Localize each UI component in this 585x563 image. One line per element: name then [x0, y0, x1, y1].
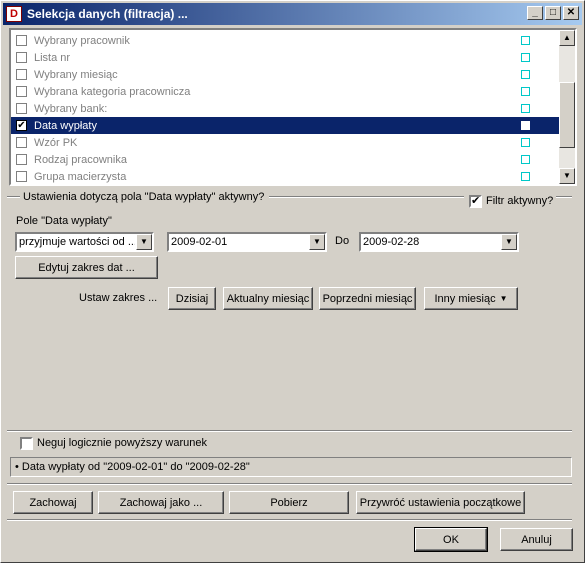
item-label: Wybrany bank: [34, 102, 108, 115]
item-label: Wybrany pracownik [34, 34, 130, 47]
fields-listbox[interactable]: Wybrany pracownik Lista nr Wybrany miesi… [9, 28, 577, 186]
item-label: Lista nr [34, 51, 71, 64]
item-checkbox[interactable] [16, 137, 27, 148]
list-item[interactable]: Wzór PK [11, 134, 560, 151]
list-item[interactable]: Wybrany miesiąc [11, 66, 560, 83]
date-to-picker[interactable]: 2009-02-28 ▼ [359, 232, 519, 252]
item-checkbox[interactable] [16, 35, 27, 46]
list-item[interactable]: Wybrany pracownik [11, 32, 560, 49]
field-label: Pole "Data wypłaty" [16, 215, 112, 227]
load-button[interactable]: Pobierz [229, 491, 349, 514]
minimize-button[interactable]: _ [527, 6, 543, 20]
other-month-button[interactable]: Inny miesiąc ▼ [424, 287, 518, 310]
current-month-button[interactable]: Aktualny miesiąc [223, 287, 313, 310]
item-checkbox-checked[interactable]: ✔ [16, 120, 27, 131]
chevron-down-icon: ▼ [499, 294, 508, 303]
item-checkbox[interactable] [16, 103, 27, 114]
list-item[interactable]: Rodzaj pracownika [11, 151, 560, 168]
divider [7, 196, 20, 198]
chevron-down-icon[interactable]: ▼ [309, 234, 325, 250]
ok-button[interactable]: OK [414, 527, 488, 552]
status-indicator-icon [521, 87, 530, 96]
filter-summary: • Data wypłaty od "2009-02-01" do "2009-… [15, 461, 250, 473]
negate-label: Neguj logicznie powyższy warunek [37, 437, 207, 449]
status-indicator-icon [521, 155, 530, 164]
to-label: Do [335, 235, 350, 247]
title-bar: D Selekcja danych (filtracja) ... _ □ ✕ [3, 3, 582, 25]
status-indicator-icon [521, 53, 530, 62]
item-checkbox[interactable] [16, 154, 27, 165]
item-label: Wybrana kategoria pracownicza [34, 85, 191, 98]
condition-select[interactable]: przyjmuje wartości od ... ▼ [15, 232, 154, 252]
list-item[interactable]: Wybrany bank: [11, 100, 560, 117]
reset-defaults-button[interactable]: Przywróć ustawienia początkowe [356, 491, 525, 514]
chevron-down-icon[interactable]: ▼ [136, 234, 152, 250]
maximize-button[interactable]: □ [545, 6, 561, 20]
save-as-button[interactable]: Zachowaj jako ... [98, 491, 224, 514]
scroll-thumb[interactable] [559, 82, 575, 148]
cancel-button[interactable]: Anuluj [500, 528, 573, 551]
list-item-selected[interactable]: ✔ Data wypłaty [11, 117, 560, 134]
item-checkbox[interactable] [16, 52, 27, 63]
filter-dialog: D Selekcja danych (filtracja) ... _ □ ✕ … [0, 0, 585, 563]
item-label: Grupa macierzysta [34, 170, 127, 183]
settings-heading: Ustawienia dotyczą pola "Data wypłaty" a… [23, 191, 265, 203]
divider [7, 483, 572, 485]
scroll-down-icon[interactable]: ▼ [559, 168, 575, 184]
item-label: Rodzaj pracownika [34, 153, 127, 166]
status-indicator-icon [521, 70, 530, 79]
chevron-down-icon[interactable]: ▼ [501, 234, 517, 250]
item-label: Wybrany miesiąc [34, 68, 118, 81]
item-checkbox[interactable] [16, 171, 27, 182]
filter-summary-panel: • Data wypłaty od "2009-02-01" do "2009-… [10, 457, 572, 477]
item-label: Wzór PK [34, 136, 78, 149]
filter-active-checkbox[interactable]: ✔ [469, 195, 482, 208]
divider [269, 196, 464, 198]
today-button[interactable]: Dzisiaj [168, 287, 216, 310]
vertical-scrollbar[interactable]: ▲ ▼ [559, 30, 575, 184]
divider [7, 519, 572, 521]
status-indicator-icon [521, 172, 530, 181]
app-icon: D [6, 6, 22, 22]
window-title: Selekcja danych (filtracja) ... [27, 7, 188, 21]
previous-month-button[interactable]: Poprzedni miesiąc [319, 287, 416, 310]
divider [7, 430, 572, 432]
divider [556, 196, 572, 198]
item-checkbox[interactable] [16, 69, 27, 80]
close-button[interactable]: ✕ [563, 6, 579, 20]
save-button[interactable]: Zachowaj [13, 491, 93, 514]
item-checkbox[interactable] [16, 86, 27, 97]
status-indicator-icon [521, 138, 530, 147]
status-indicator-icon [521, 36, 530, 45]
status-indicator-icon [521, 121, 530, 130]
list-item[interactable]: Grupa macierzysta [11, 168, 560, 184]
scroll-up-icon[interactable]: ▲ [559, 30, 575, 46]
edit-date-range-button[interactable]: Edytuj zakres dat ... [15, 256, 158, 279]
list-item[interactable]: Wybrana kategoria pracownicza [11, 83, 560, 100]
negate-checkbox[interactable] [20, 437, 33, 450]
filter-active-label: Filtr aktywny? [486, 195, 554, 207]
date-from-picker[interactable]: 2009-02-01 ▼ [167, 232, 327, 252]
list-item[interactable]: Lista nr [11, 49, 560, 66]
set-range-label: Ustaw zakres ... [79, 292, 158, 304]
status-indicator-icon [521, 104, 530, 113]
item-label: Data wypłaty [34, 119, 97, 132]
